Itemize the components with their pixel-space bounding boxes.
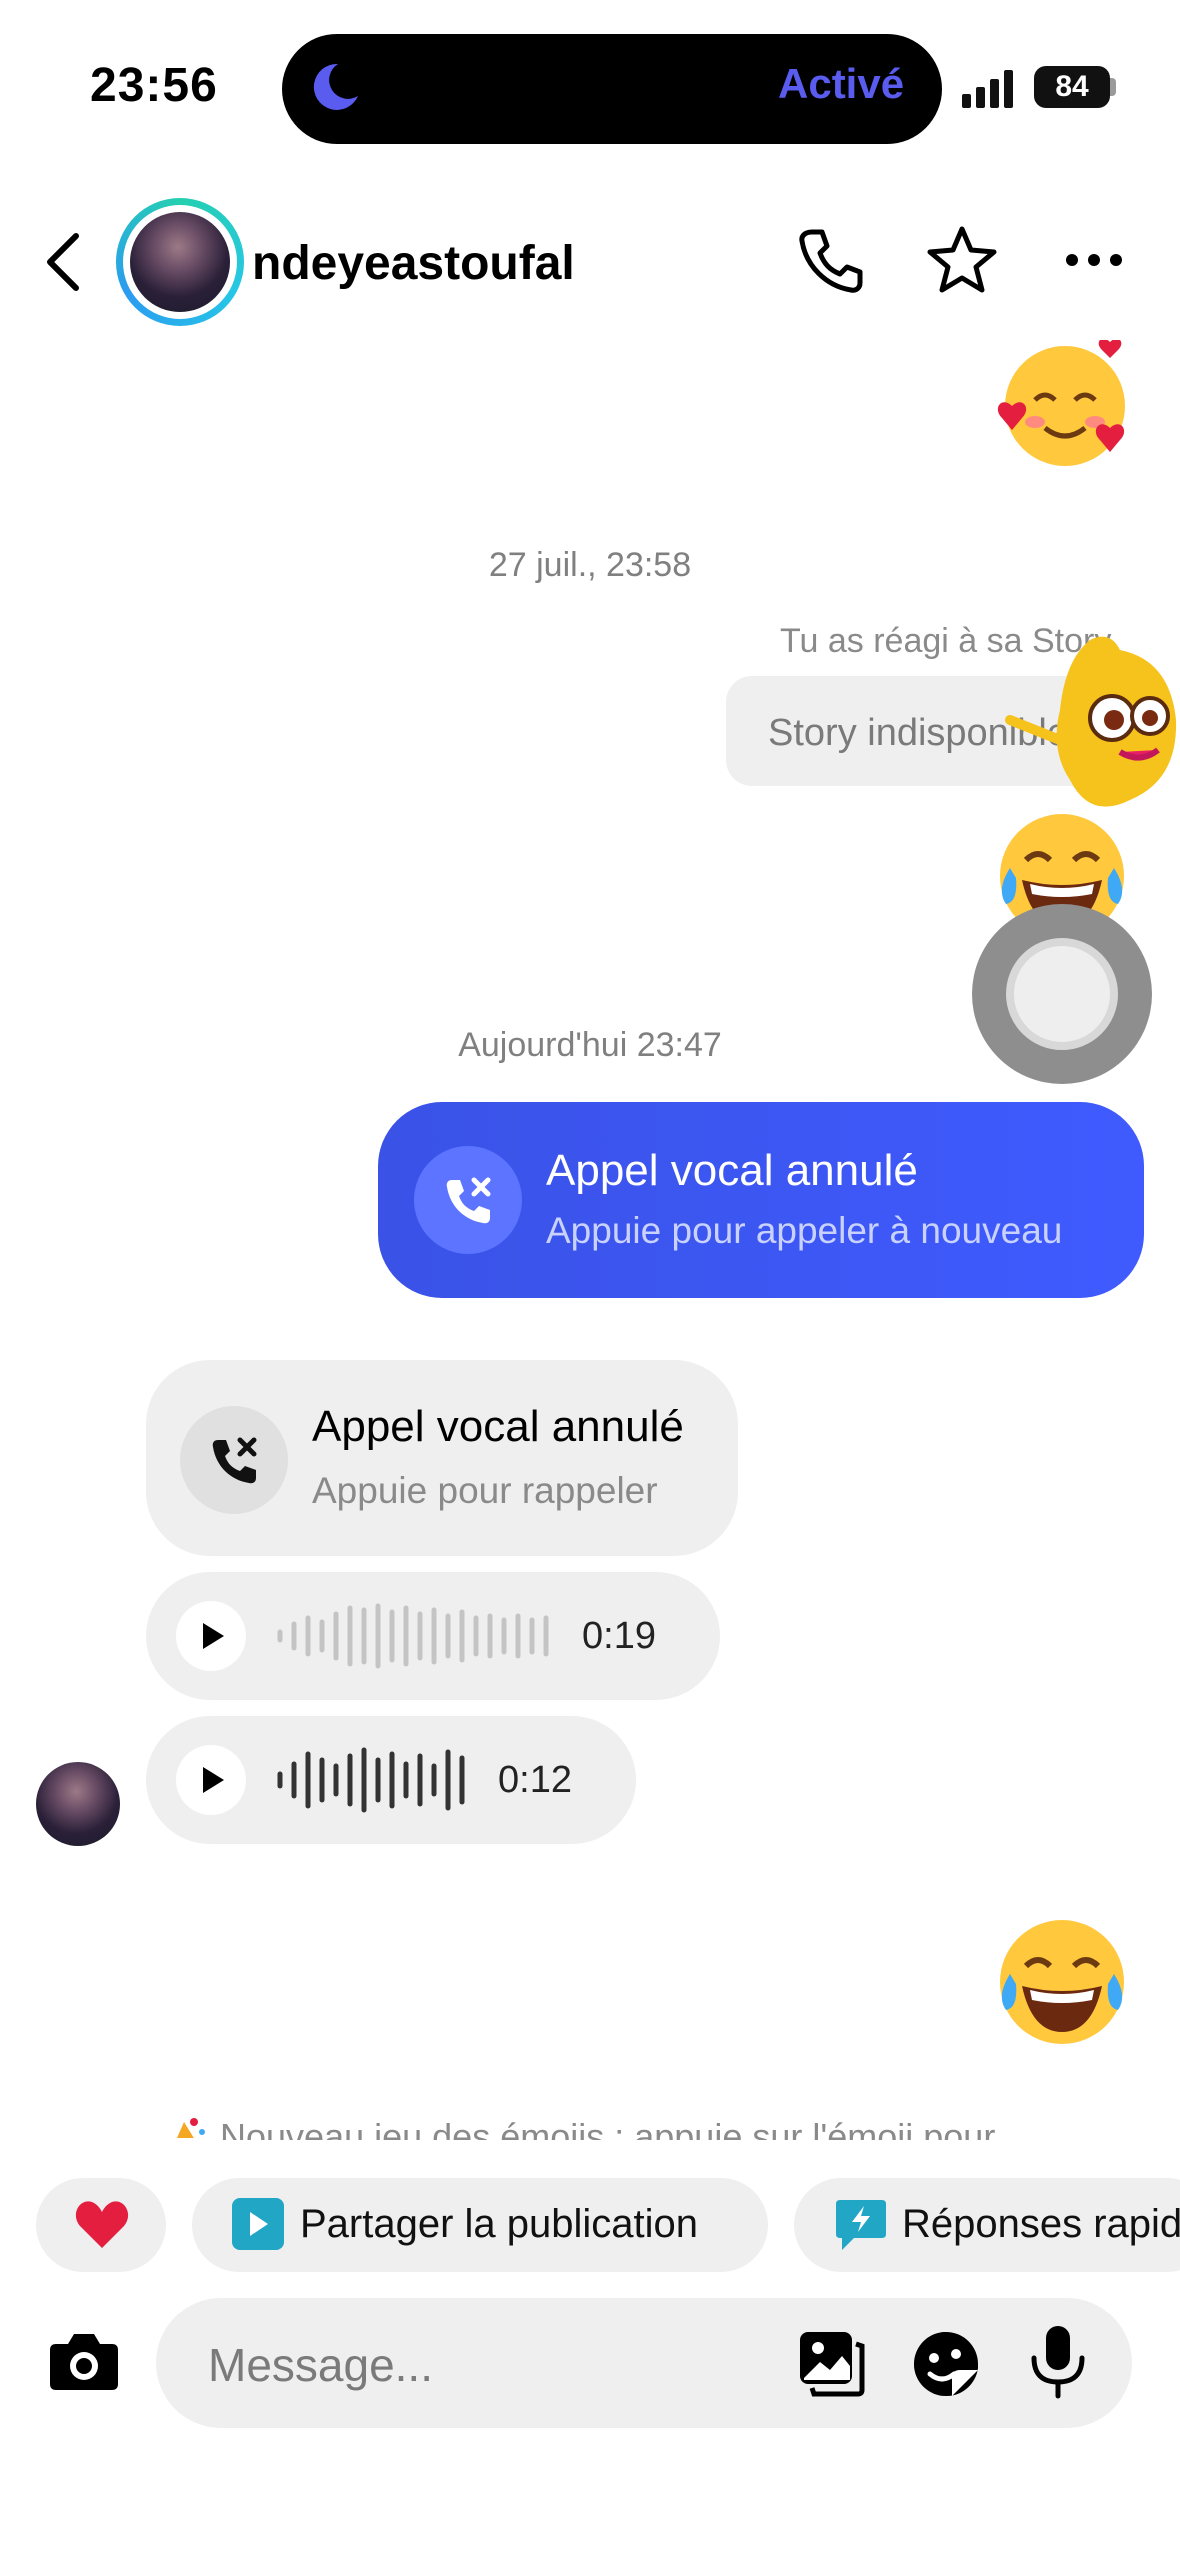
- focus-mode-label: Activé: [778, 60, 905, 107]
- emoji-game-hint[interactable]: Nouveau jeu des émojis : appuie sur l'ém…: [220, 2116, 1100, 2140]
- moon-icon: [313, 63, 358, 110]
- signal-icon: [962, 70, 1013, 108]
- laughing-emoji: [1000, 1920, 1124, 2044]
- missed-call-icon: [446, 1177, 491, 1224]
- sticker-icon[interactable]: [910, 2328, 982, 2400]
- timestamp-divider: Aujourd'hui 23:47: [458, 1026, 722, 1064]
- party-emoji-icon: [164, 2114, 208, 2138]
- outgoing-call-subtitle: Appuie pour appeler à nouveau: [546, 1210, 1063, 1251]
- play-button[interactable]: [176, 1745, 246, 1815]
- incoming-call-title: Appel vocal annulé: [312, 1402, 684, 1451]
- message-input[interactable]: [208, 2338, 768, 2392]
- play-icon: [203, 1623, 224, 1649]
- quick-reply-heart[interactable]: [36, 2178, 166, 2272]
- voice-message-duration: 0:12: [498, 1759, 572, 1801]
- play-button[interactable]: [176, 1601, 246, 1671]
- incoming-call-subtitle: Appuie pour rappeler: [312, 1470, 658, 1511]
- phone-icon[interactable]: [796, 226, 864, 296]
- animated-sticker-icon: [1005, 636, 1177, 807]
- quick-reply-replies-label: Réponses rapides: [902, 2202, 1180, 2246]
- quick-replies-icon: [836, 2200, 886, 2250]
- smiling-hearts-emoji: [997, 340, 1125, 466]
- avatar[interactable]: [130, 212, 230, 312]
- battery-indicator: 84: [1034, 66, 1110, 108]
- voice-message-duration: 0:19: [582, 1615, 656, 1657]
- missed-call-icon: [212, 1437, 257, 1484]
- battery-tip: [1110, 78, 1116, 96]
- back-chevron-icon[interactable]: [44, 232, 84, 292]
- heart-icon: [75, 2201, 129, 2248]
- conversation-username[interactable]: ndeyeastoufal: [252, 236, 575, 291]
- microphone-icon[interactable]: [1030, 2324, 1086, 2400]
- waveform-icon: [277, 1747, 465, 1813]
- camera-icon[interactable]: [48, 2330, 120, 2392]
- share-post-icon: [232, 2198, 284, 2250]
- more-icon[interactable]: [1064, 250, 1124, 270]
- timestamp-divider: 27 juil., 23:58: [488, 546, 692, 584]
- star-icon[interactable]: [926, 224, 998, 296]
- missed-call-icon-wrap: [414, 1146, 522, 1254]
- missed-call-icon-wrap: [180, 1406, 288, 1514]
- sender-avatar[interactable]: [36, 1762, 120, 1846]
- gallery-icon[interactable]: [796, 2328, 866, 2398]
- waveform-icon: [277, 1603, 549, 1669]
- status-time: 23:56: [90, 59, 218, 112]
- outgoing-call-title: Appel vocal annulé: [546, 1146, 918, 1195]
- quick-reply-share-label: Partager la publication: [300, 2202, 699, 2246]
- play-icon: [203, 1767, 224, 1793]
